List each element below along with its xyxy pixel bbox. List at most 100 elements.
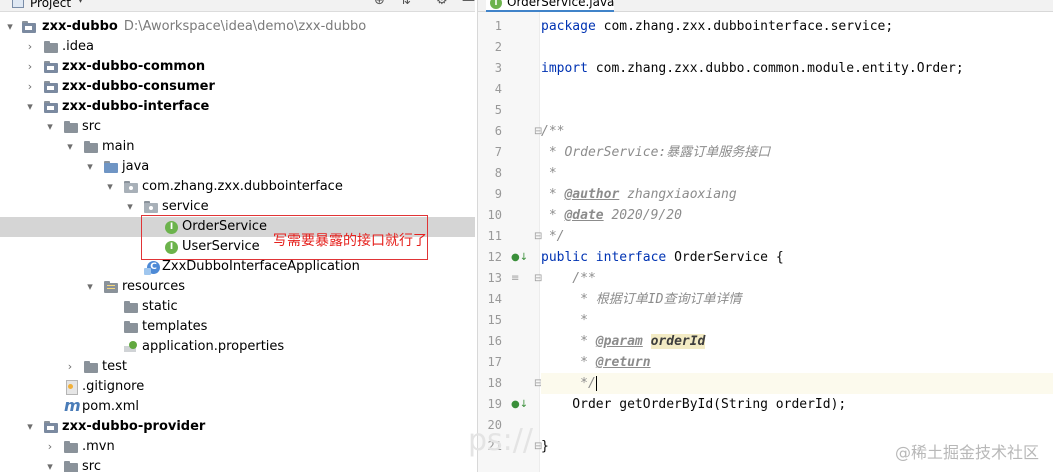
tree-item-resources[interactable]: ▾ resources [0, 277, 475, 297]
chevron-down-icon[interactable]: ▾ [84, 157, 96, 177]
tree-item-common[interactable]: › zxx-dubbo-common [0, 57, 475, 77]
line-number: 8 [494, 166, 502, 180]
resources-folder-icon [104, 280, 119, 294]
chevron-down-icon[interactable]: ▾ [4, 17, 16, 37]
collapse-all-icon[interactable]: ⇅ [400, 0, 411, 8]
chevron-down-icon[interactable]: ▾ [78, 0, 83, 6]
tree-item-label: zxx-dubbo-consumer [62, 79, 215, 94]
code-keyword: public [541, 250, 588, 265]
maven-icon: m [64, 396, 81, 415]
code-line: * OrderService:暴露订单服务接口 [541, 142, 1053, 163]
module-folder-icon [44, 60, 59, 74]
tree-item-label: zxx-dubbo-interface [62, 99, 210, 114]
code-keyword: package [541, 19, 596, 34]
code-text: } [541, 439, 549, 454]
tree-item-interface[interactable]: ▾ zxx-dubbo-interface [0, 97, 475, 117]
tree-item-templates[interactable]: templates [0, 317, 475, 337]
code-line: Order getOrderById(String orderId); [541, 394, 1053, 415]
code-comment: * [541, 355, 596, 370]
folder-icon [84, 360, 99, 374]
tree-item-java[interactable]: ▾ java [0, 157, 475, 177]
tab-orderservice[interactable]: I OrderService.java [486, 0, 614, 12]
chevron-down-icon[interactable]: ▾ [44, 117, 56, 137]
line-number: 6 [494, 124, 502, 138]
tree-item-main[interactable]: ▾ main [0, 137, 475, 157]
code-comment: /** [541, 271, 596, 286]
implemented-icon[interactable]: ●↓ [511, 247, 528, 268]
tree-item-pom[interactable]: m pom.xml [0, 396, 475, 417]
folder-icon [64, 120, 79, 134]
line-number: 12 [487, 250, 502, 264]
line-number: 11 [487, 229, 502, 243]
line-number: 10 [487, 208, 502, 222]
tree-item-src-provider[interactable]: ▾ src [0, 457, 475, 472]
tree-item-package[interactable]: ▾ com.zhang.zxx.dubbointerface [0, 177, 475, 197]
watermark-partial: ps:// [468, 423, 533, 458]
line-number: 15 [487, 313, 502, 327]
chevron-down-icon[interactable]: ▾ [124, 197, 136, 217]
chevron-right-icon[interactable]: › [64, 357, 76, 377]
chevron-right-icon[interactable]: › [24, 37, 36, 57]
tree-item-service[interactable]: ▾ service [0, 197, 475, 217]
javadoc-tag: @return [595, 355, 651, 370]
tree-item-label: src [82, 459, 101, 472]
tree-item-src[interactable]: ▾ src [0, 117, 475, 137]
tree-item-label: templates [142, 319, 208, 334]
tree-item-idea[interactable]: › .idea [0, 37, 475, 57]
code-line: * 根据订单ID查询订单详情 [541, 289, 1053, 310]
editor-tab-bar: I OrderService.java [478, 0, 1053, 12]
editor-gutter[interactable]: 1 2 3 4 5 6 7 8 9 10 11 12 13 14 15 16 1… [478, 12, 542, 472]
tree-item-label: service [162, 199, 209, 214]
tree-item-label: resources [122, 279, 186, 294]
code-comment: * OrderService:暴露订单服务接口 [541, 145, 771, 160]
tree-item-label: zxx-dubbo-common [62, 59, 206, 74]
module-folder-icon [22, 20, 37, 34]
tree-item-zxx-dubbo[interactable]: ▾ zxx-dubbo D:\Aworkspace\idea\demo\zxx-d… [0, 17, 475, 37]
code-comment: * [541, 334, 596, 349]
chevron-down-icon[interactable]: ▾ [24, 417, 36, 437]
settings-icon[interactable]: ⚙ [436, 0, 448, 8]
tree-item-gitignore[interactable]: .gitignore [0, 377, 475, 397]
folder-icon [124, 320, 139, 334]
properties-file-icon [124, 340, 139, 354]
tree-item-test[interactable]: › test [0, 357, 475, 377]
chevron-down-icon[interactable]: ▾ [64, 137, 76, 157]
tree-item-consumer[interactable]: › zxx-dubbo-consumer [0, 77, 475, 97]
doc-render-icon[interactable]: ≡ [511, 268, 519, 289]
chevron-down-icon[interactable]: ▾ [104, 177, 116, 197]
code-editor[interactable]: I OrderService.java 1 2 3 4 5 6 7 8 9 10… [477, 0, 1053, 472]
source-folder-icon [104, 160, 119, 174]
project-panel-title[interactable]: Project [30, 0, 71, 10]
code-line: package com.zhang.zxx.dubbointerface.ser… [541, 16, 1053, 37]
chevron-right-icon[interactable]: › [24, 77, 36, 97]
tree-item-label: zxx-dubbo [42, 19, 118, 34]
annotation-text: 写需要暴露的接口就行了 [273, 233, 427, 249]
tree-item-provider[interactable]: ▾ zxx-dubbo-provider [0, 417, 475, 437]
tree-item-label: .gitignore [82, 379, 145, 394]
tree-item-properties[interactable]: application.properties [0, 337, 475, 357]
chevron-down-icon[interactable]: ▾ [44, 457, 56, 472]
chevron-right-icon[interactable]: › [44, 437, 56, 457]
chevron-right-icon[interactable]: › [24, 57, 36, 77]
code-comment: */ [541, 376, 596, 391]
chevron-down-icon[interactable]: ▾ [24, 97, 36, 117]
javadoc-tag: @author [564, 187, 620, 202]
tree-item-label: .mvn [82, 439, 115, 454]
implemented-icon[interactable]: ●↓ [511, 394, 528, 415]
chevron-down-icon[interactable]: ▾ [84, 277, 96, 297]
code-line: * [541, 310, 1053, 331]
watermark: @稀土掘金技术社区 [895, 443, 1040, 462]
tree-item-static[interactable]: static [0, 297, 475, 317]
tree-item-mvn[interactable]: › .mvn [0, 437, 475, 457]
folder-icon [44, 40, 59, 54]
code-line: * @return [541, 352, 1053, 373]
module-folder-icon [44, 420, 59, 434]
code-line: /** [541, 268, 1053, 289]
javadoc-param-name: orderId [650, 334, 706, 349]
tree-item-application[interactable]: C ZxxDubboInterfaceApplication [0, 257, 475, 277]
code-text: OrderService { [666, 250, 784, 265]
code-comment: * [541, 166, 557, 181]
code-keyword: interface [595, 250, 667, 265]
target-icon[interactable]: ⊕ [374, 0, 385, 8]
minimize-icon[interactable]: — [462, 0, 475, 8]
